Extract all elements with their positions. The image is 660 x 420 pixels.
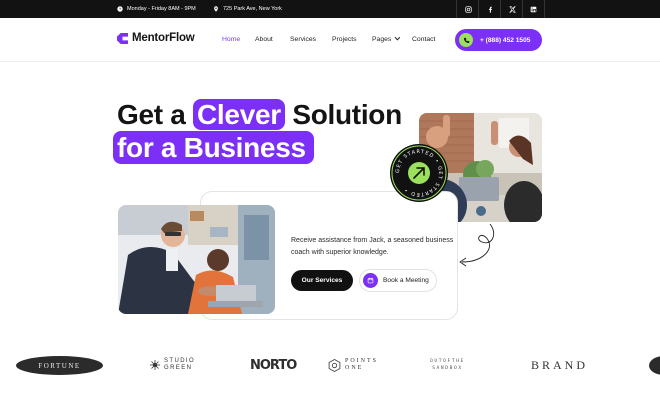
working-hours-text: Monday - Friday 8AM - 9PM bbox=[127, 6, 196, 12]
business-meeting-photo bbox=[118, 205, 275, 314]
working-hours: Monday - Friday 8AM - 9PM bbox=[117, 0, 196, 18]
hero-title-highlight: Clever bbox=[193, 99, 285, 130]
book-meeting-button[interactable]: Book a Meeting bbox=[359, 269, 437, 292]
logo-text: MentorFlow bbox=[132, 32, 195, 44]
facebook-icon bbox=[488, 6, 492, 13]
phone-button[interactable]: + (888) 452 1505 bbox=[455, 29, 542, 51]
clock-icon bbox=[117, 6, 123, 12]
hero-title-line-2: for a Business bbox=[113, 131, 314, 164]
get-started-badge[interactable]: GET STARTED • GET STARTED • bbox=[389, 143, 449, 203]
instagram-icon bbox=[464, 5, 472, 13]
location-pin-icon bbox=[214, 6, 218, 12]
brand-norto-logo: NORTO bbox=[250, 357, 297, 373]
instagram-link[interactable] bbox=[456, 0, 479, 18]
phone-number: + (888) 452 1505 bbox=[480, 36, 531, 44]
logo[interactable]: MentorFlow bbox=[117, 32, 195, 44]
book-meeting-label: Book a Meeting bbox=[383, 277, 429, 284]
decorative-arrow-icon bbox=[459, 223, 495, 267]
hero-title-line-1: Get a Clever Solution bbox=[117, 98, 402, 131]
nav-home[interactable]: Home bbox=[222, 36, 240, 43]
x-icon bbox=[508, 5, 516, 13]
calendar-icon bbox=[363, 273, 378, 288]
phone-icon bbox=[459, 33, 473, 47]
linkedin-link[interactable] bbox=[522, 0, 545, 18]
brand-brand-logo: BRAND bbox=[531, 357, 589, 372]
hero-description: Receive assistance from Jack, a seasoned… bbox=[291, 237, 454, 256]
hero-title-suffix: Solution bbox=[292, 99, 402, 130]
brand-partial-logo bbox=[649, 356, 660, 375]
our-services-button[interactable]: Our Services bbox=[291, 270, 353, 291]
brand-studio-green-logo: STUDIO GREEN bbox=[150, 356, 195, 374]
brand-outofthe-sandbox-logo: OUTOFTHE SANDBOX bbox=[430, 359, 465, 371]
logo-mark-icon bbox=[117, 32, 128, 44]
facebook-link[interactable] bbox=[478, 0, 501, 18]
address: 725 Park Ave, New York bbox=[213, 0, 282, 18]
top-bar: Monday - Friday 8AM - 9PM 725 Park Ave, … bbox=[0, 0, 660, 18]
nav-pages-label: Pages bbox=[372, 36, 392, 43]
hexagon-icon bbox=[328, 358, 341, 372]
address-text: 725 Park Ave, New York bbox=[223, 6, 282, 12]
nav-projects[interactable]: Projects bbox=[332, 36, 357, 43]
sunburst-icon bbox=[150, 360, 160, 370]
nav-contact[interactable]: Contact bbox=[412, 36, 435, 43]
chevron-down-icon bbox=[394, 34, 401, 41]
hero-title-line-2-text: for a Business bbox=[113, 131, 314, 164]
brand-points-one-logo: POINTS ONE bbox=[328, 355, 378, 375]
hero-title-prefix: Get a bbox=[117, 99, 186, 130]
x-link[interactable] bbox=[500, 0, 523, 18]
nav-about[interactable]: About bbox=[255, 36, 273, 43]
linkedin-icon bbox=[530, 6, 537, 12]
site-header: MentorFlow Home About Services Projects … bbox=[0, 18, 660, 62]
nav-pages[interactable]: Pages bbox=[372, 34, 401, 43]
brand-fortune-logo: FORTUNE bbox=[16, 356, 103, 375]
nav-services[interactable]: Services bbox=[290, 36, 316, 43]
